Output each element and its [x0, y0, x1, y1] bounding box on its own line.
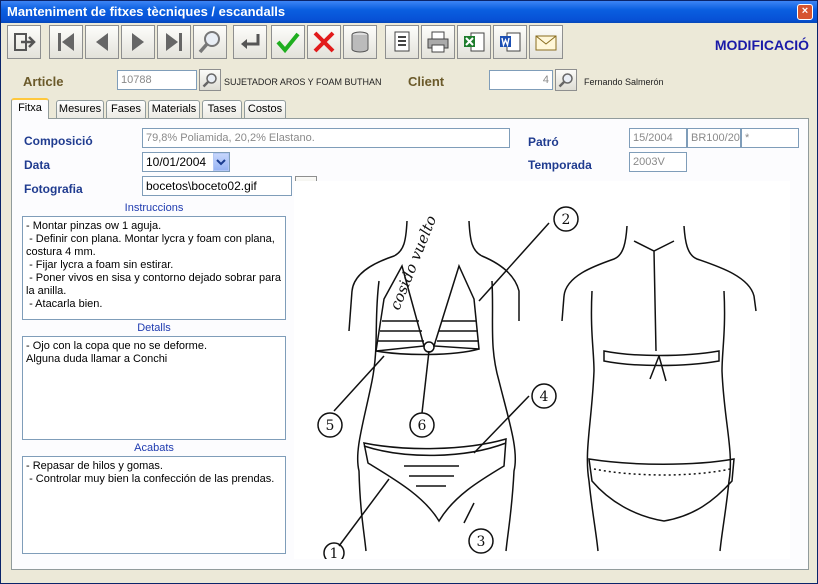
patro-input-2[interactable]: BR100/20: [687, 128, 741, 148]
mode-indicator: MODIFICACIÓ: [714, 37, 809, 53]
composicio-input[interactable]: 79,8% Poliamida, 20,2% Elastano.: [142, 128, 510, 148]
enter-arrow-icon: [241, 34, 260, 49]
tab-materials[interactable]: Materials: [148, 100, 200, 118]
printer-icon: [427, 31, 449, 53]
last-record-button[interactable]: [157, 25, 191, 59]
magnifier-icon: [202, 73, 217, 88]
database-icon: [351, 31, 369, 53]
previous-icon: [96, 33, 108, 51]
acabats-label: Acabats: [134, 442, 174, 454]
previous-record-button[interactable]: [85, 25, 119, 59]
tab-tases[interactable]: Tases: [202, 100, 242, 118]
envelope-icon: [535, 35, 557, 51]
title-bar: Manteniment de fitxes tècniques / escand…: [1, 1, 817, 23]
callout-6: 6: [418, 418, 427, 434]
excel-icon: [464, 32, 485, 52]
first-record-button[interactable]: [49, 25, 83, 59]
exit-icon: [14, 33, 36, 51]
email-button[interactable]: [529, 25, 563, 59]
bikini-sketch-drawing: 2 5 6 4 3 1 cosido vuelto: [317, 206, 757, 564]
article-label: Article: [23, 74, 64, 89]
handwritten-note: cosido vuelto: [386, 213, 440, 313]
database-button[interactable]: [343, 25, 377, 59]
first-icon: [58, 33, 74, 51]
return-button[interactable]: [233, 25, 267, 59]
last-icon: [166, 33, 182, 51]
tab-mesures[interactable]: Mesures: [56, 100, 104, 118]
instruccions-textarea[interactable]: - Montar pinzas ow 1 aguja. - Definir co…: [22, 216, 286, 320]
tab-costos[interactable]: Costos: [244, 100, 286, 118]
temporada-label: Temporada: [528, 158, 592, 172]
report-button[interactable]: [385, 25, 419, 59]
report-icon: [394, 31, 410, 52]
magnifier-icon: [198, 31, 220, 54]
fotografia-label: Fotografia: [24, 182, 83, 196]
patro-input-1[interactable]: 15/2004: [629, 128, 687, 148]
article-code-input[interactable]: 10788: [117, 70, 197, 90]
client-code-input[interactable]: 4: [489, 70, 553, 90]
callout-1: 1: [330, 546, 339, 559]
window-title: Manteniment de fitxes tècniques / escand…: [7, 4, 286, 19]
callout-5: 5: [326, 418, 335, 434]
word-icon: [500, 32, 521, 52]
next-icon: [132, 33, 144, 51]
patro-label: Patró: [528, 135, 559, 149]
checkmark-icon: [276, 32, 300, 54]
tab-fases[interactable]: Fases: [106, 100, 146, 118]
excel-export-button[interactable]: [457, 25, 491, 59]
word-export-button[interactable]: [493, 25, 527, 59]
instruccions-label: Instruccions: [124, 202, 184, 214]
article-lookup-button[interactable]: [199, 69, 221, 91]
cancel-button[interactable]: [307, 25, 341, 59]
callout-4: 4: [540, 389, 549, 405]
fotografia-path-input[interactable]: bocetos\boceto02.gif: [142, 176, 292, 196]
cross-icon: [313, 31, 335, 53]
client-label: Client: [408, 74, 445, 89]
magnifier-icon: [558, 73, 573, 88]
next-record-button[interactable]: [121, 25, 155, 59]
temporada-input[interactable]: 2003V: [629, 152, 687, 172]
composicio-label: Composició: [24, 134, 93, 148]
exit-button[interactable]: [7, 25, 41, 59]
print-button[interactable]: [421, 25, 455, 59]
callout-2: 2: [562, 212, 571, 228]
data-label: Data: [24, 158, 51, 172]
client-lookup-button[interactable]: [555, 69, 577, 91]
chevron-down-icon: [216, 159, 226, 166]
search-button[interactable]: [193, 25, 227, 59]
accept-button[interactable]: [271, 25, 305, 59]
main-window: Manteniment de fitxes tècniques / escand…: [0, 0, 818, 584]
acabats-textarea[interactable]: - Repasar de hilos y gomas. - Controlar …: [22, 456, 286, 554]
patro-input-3[interactable]: *: [741, 128, 799, 148]
tab-fitxa[interactable]: Fitxa: [11, 98, 49, 119]
detalls-textarea[interactable]: - Ojo con la copa que no se deforme. Alg…: [22, 336, 286, 440]
callout-3: 3: [477, 534, 486, 550]
date-dropdown-button[interactable]: [213, 153, 229, 171]
detalls-label: Detalls: [137, 322, 171, 334]
client-name: Fernando Salmerón: [584, 77, 664, 87]
close-button[interactable]: ×: [797, 4, 813, 20]
article-description: SUJETADOR AROS Y FOAM BUTHAN: [224, 77, 382, 87]
garment-sketch-image: 2 5 6 4 3 1 cosido vuelto: [294, 181, 790, 564]
